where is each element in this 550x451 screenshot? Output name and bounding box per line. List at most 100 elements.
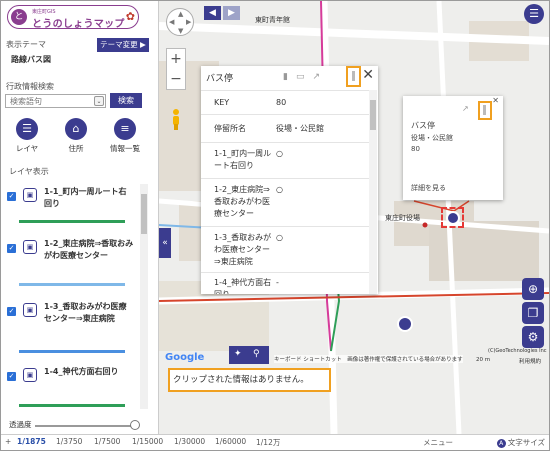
scale-option[interactable]: 1/3750 (56, 437, 82, 446)
scrollbar-thumb[interactable] (141, 194, 147, 234)
layer-item[interactable]: ✓ ▣ 1-4_神代方面右回り (1, 364, 139, 409)
pan-left-icon[interactable]: ◀ (169, 18, 174, 26)
mini-popup-line: 80 (411, 145, 420, 153)
opacity-label: 透過度 (9, 420, 32, 429)
scale-option[interactable]: 1/7500 (94, 437, 120, 446)
clip-message: クリップされた情報はありません。 (168, 368, 331, 392)
scale-option[interactable]: 1/15000 (132, 437, 163, 446)
zoom-out-button[interactable]: − (167, 69, 185, 89)
locate-button[interactable]: ⊕ (522, 278, 544, 300)
logo-mark: と (11, 9, 27, 25)
row-value: 役場・公民館 (276, 124, 324, 133)
theme-heading: 表示テーマ (6, 40, 46, 49)
table-icon[interactable]: ▭ (296, 72, 313, 82)
table-row: 1-1_町内一周ルート右回り ○ (201, 142, 369, 178)
layers-tool-label: レイヤ (15, 144, 39, 153)
map-attribution: キーボード ショートカット 画像は著作権で保護されている場合があります (274, 355, 463, 363)
row-value: - (276, 278, 279, 287)
collapse-sidebar-button[interactable]: « (159, 228, 171, 258)
layer-item[interactable]: ✓ ▣ 1-3_香取おみがわ医療センター⇒東庄病院 (1, 299, 139, 355)
theme-change-button[interactable]: テーマ変更 ▶ (97, 38, 149, 52)
scale-option[interactable]: 1/12万 (256, 437, 280, 448)
scale-option[interactable]: 1/30000 (174, 437, 205, 446)
place-label: 東町青年館 (255, 16, 290, 24)
zoom-control[interactable]: + − (166, 48, 186, 90)
scale-option[interactable]: 1/1875 (17, 437, 46, 446)
bus-icon: ▣ (23, 368, 37, 382)
row-key: 1-4_神代方面右回り (214, 278, 272, 294)
bus-icon: ▣ (23, 240, 37, 254)
layer-name: 1-1_町内一周ルート右回り (44, 187, 127, 208)
share-icon[interactable]: ↗ (462, 104, 469, 113)
layer-list-scrollbar[interactable] (140, 184, 148, 409)
layers-icon: ☰ (16, 118, 38, 140)
scale-option[interactable]: 1/60000 (215, 437, 246, 446)
layer-item[interactable]: ✓ ▣ 1-2_東庄病院⇒香取おみがわ医療センター (1, 236, 139, 292)
google-logo: Google (165, 352, 204, 363)
map-overlay-buttons: ✦ ⚲ (229, 346, 269, 364)
details-link[interactable]: 詳細を見る (411, 183, 446, 193)
pin-icon[interactable]: ✦ (234, 349, 242, 359)
bottom-menu-link[interactable]: メニュー (423, 437, 453, 448)
layer-color-bar (19, 220, 125, 223)
google-wordmark: Google (165, 352, 205, 363)
layer-name: 1-3_香取おみがわ医療センター⇒東庄病院 (44, 302, 127, 323)
info-list-tool[interactable]: ≡ 情報一覧 (105, 118, 145, 154)
pan-up-icon[interactable]: ▲ (178, 10, 183, 18)
table-row: KEY 80 (201, 90, 369, 114)
bus-stop-selection[interactable] (441, 207, 464, 228)
sidebar: と 東庄町GIS とうのしょうマップ ✿ 表示テーマ 路線バス図 テーマ変更 ▶… (1, 1, 159, 434)
scrollbar-thumb[interactable] (370, 100, 376, 130)
checkbox[interactable]: ✓ (7, 244, 16, 253)
font-size-label: 文字サイズ (507, 438, 545, 447)
pan-right-icon[interactable]: ▶ (186, 18, 191, 26)
layer-color-bar (19, 404, 125, 407)
layers-switch-button[interactable]: ❐ (522, 302, 544, 324)
address-tool[interactable]: ⌂ 住所 (56, 118, 96, 154)
scale-plus-icon[interactable]: + (5, 437, 11, 446)
search-button[interactable]: 検索 (110, 93, 142, 108)
checkbox[interactable]: ✓ (7, 372, 16, 381)
menu-icon[interactable]: ☰ (524, 4, 544, 24)
zoom-in-button[interactable]: + (167, 49, 185, 69)
checkbox[interactable]: ✓ (7, 192, 16, 201)
clip-pin-button[interactable] (346, 66, 361, 87)
pan-down-icon[interactable]: ▼ (178, 27, 183, 35)
list-icon: ≡ (114, 118, 136, 140)
street-view-pegman-icon[interactable] (171, 108, 181, 130)
row-value: ○ (276, 149, 283, 158)
logo-subtitle: 東庄町GIS (32, 9, 56, 15)
layers-tool[interactable]: ☰ レイヤ (7, 118, 47, 154)
close-icon[interactable]: ✕ (362, 67, 374, 83)
map-scale-text: 20 m (476, 357, 491, 363)
layer-name: 1-4_神代方面右回り (44, 367, 119, 376)
current-theme: 路線バス図 (11, 55, 51, 64)
settings-button[interactable]: ⚙ (522, 326, 544, 348)
print-icon[interactable]: ▮ (283, 72, 296, 82)
terms-link[interactable]: 利用規約 (519, 357, 541, 365)
mini-clip-pin-button[interactable] (478, 101, 492, 120)
bus-stop-icon[interactable] (446, 211, 460, 225)
share-icon[interactable]: ↗ (312, 72, 328, 82)
back-button[interactable]: ◀ (204, 6, 221, 20)
bus-icon: ▣ (23, 303, 37, 317)
forward-button[interactable]: ▶ (223, 6, 240, 20)
opacity-slider-handle[interactable] (130, 420, 140, 430)
home-icon: ⌂ (65, 118, 87, 140)
bus-icon: ▣ (23, 188, 37, 202)
bus-stop-icon[interactable] (397, 316, 413, 332)
close-icon[interactable]: ✕ (492, 96, 499, 105)
row-value: 80 (276, 98, 287, 107)
opacity-slider[interactable] (35, 425, 135, 427)
search-input[interactable] (5, 94, 106, 108)
pan-control[interactable]: ▲ ▼ ◀ ▶ (166, 8, 194, 36)
popup-scrollbar[interactable] (369, 90, 377, 294)
font-size-control[interactable]: A 文字サイズ (496, 437, 545, 448)
chevron-down-icon[interactable]: ⌄ (94, 96, 104, 106)
mini-popup-title: バス停 (411, 121, 435, 130)
layer-item[interactable]: ✓ ▣ 1-1_町内一周ルート右回り (1, 184, 139, 230)
location-pin-icon[interactable]: ⚲ (253, 349, 260, 359)
checkbox[interactable]: ✓ (7, 307, 16, 316)
row-key: KEY (214, 98, 230, 107)
app-logo[interactable]: と 東庄町GIS とうのしょうマップ ✿ (7, 5, 139, 30)
